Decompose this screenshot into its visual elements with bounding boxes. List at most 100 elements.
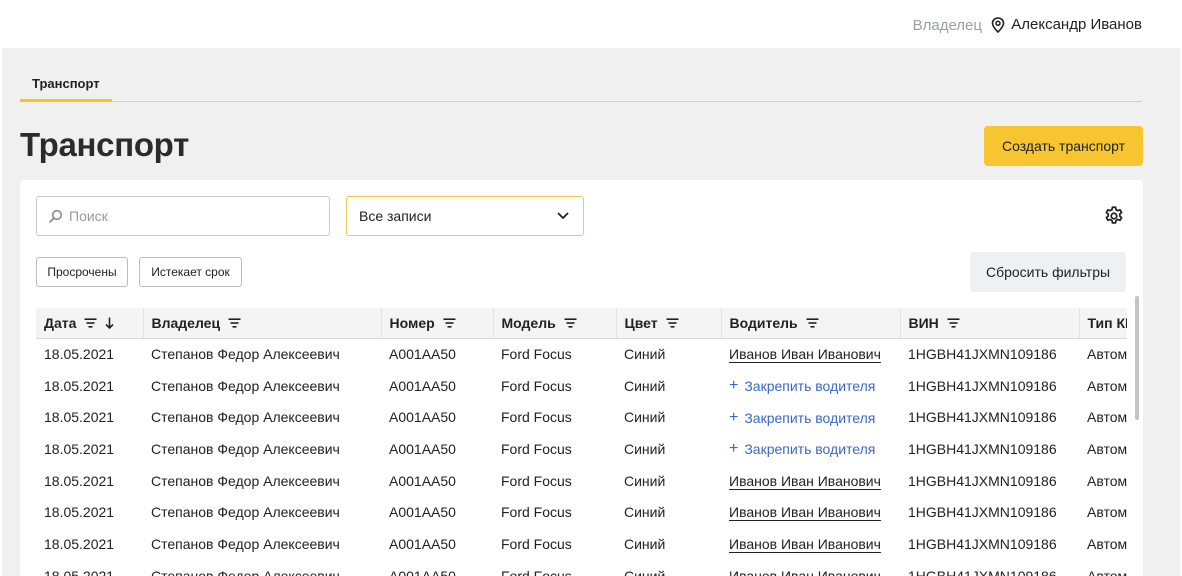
assign-driver-link[interactable]: + Закрепить водителя <box>729 377 876 395</box>
records-select[interactable]: Все записи <box>346 196 584 236</box>
column-header[interactable]: Цвет <box>616 308 722 339</box>
cell-driver: Иванов Иван Иванович <box>721 465 900 497</box>
workspace: Транспорт Транспорт Создать транспорт Вс… <box>2 48 1180 576</box>
column-header[interactable]: Водитель <box>721 308 901 339</box>
column-header-label: ВИН <box>908 314 939 331</box>
user-role: Владелец <box>912 17 982 34</box>
driver-link[interactable]: Иванов Иван Иванович <box>729 504 881 520</box>
cell-type: Автомат <box>1087 567 1127 576</box>
driver-link[interactable]: Иванов Иван Иванович <box>729 536 881 552</box>
plus-icon: + <box>729 440 739 458</box>
cell-vin: 1HGBH41JXMN109186 <box>908 346 1057 363</box>
cell-driver: Иванов Иван Иванович <box>721 496 900 528</box>
cell-number: А001АА50 <box>389 472 456 489</box>
gear-icon[interactable] <box>1103 205 1125 227</box>
cell-driver: Иванов Иван Иванович <box>721 528 900 560</box>
cell-date: 18.05.2021 <box>44 535 115 552</box>
cell-type: Автомат <box>1087 535 1127 552</box>
filter-icon[interactable] <box>443 318 456 328</box>
chevron-down-icon <box>557 212 569 219</box>
filter-icon[interactable] <box>806 318 819 328</box>
filter-icon[interactable] <box>947 318 960 328</box>
cell-model: Ford Focus <box>501 346 572 363</box>
assign-driver-label: Закрепить водителя <box>744 378 876 395</box>
assign-driver-link[interactable]: + Закрепить водителя <box>729 408 875 426</box>
assign-driver-label: Закрепить водителя <box>744 441 876 458</box>
filter-icon[interactable] <box>564 318 577 328</box>
sort-desc-icon[interactable] <box>105 317 114 329</box>
cell-model: Ford Focus <box>501 377 572 394</box>
create-transport-button[interactable]: Создать транспорт <box>984 126 1143 166</box>
search-input[interactable] <box>69 208 319 224</box>
cell-owner: Степанов Федор Алексеевич <box>151 377 340 394</box>
plus-icon: + <box>729 377 739 395</box>
cell-owner: Степанов Федор Алексеевич <box>151 567 340 576</box>
assign-driver-link[interactable]: + Закрепить водителя <box>729 440 876 458</box>
table-body: 18.05.2021 Степанов Федор Алексеевич А001А… <box>36 338 1127 576</box>
cell-color: Синий <box>624 440 666 457</box>
cell-model: Ford Focus <box>501 535 572 552</box>
column-header-label: Модель <box>501 314 556 331</box>
cell-driver: Иванов Иван Иванович <box>721 560 900 576</box>
cell-number: А001АА50 <box>389 535 456 552</box>
cell-owner: Степанов Федор Алексеевич <box>151 504 340 521</box>
reset-filters-button[interactable]: Сбросить фильтры <box>970 252 1126 292</box>
table-row[interactable]: 18.05.2021 Степанов Федор Алексеевич А001А… <box>36 370 1127 402</box>
transport-table: Дата Владелец Номер Модель Цвет Водитель ВИН Ти… <box>36 308 1127 576</box>
filter-icon[interactable] <box>666 318 679 328</box>
column-header[interactable]: Тип КПП <box>1079 308 1128 339</box>
column-header[interactable]: Владелец <box>143 308 382 339</box>
cell-type: Автомат <box>1087 377 1127 394</box>
cell-date: 18.05.2021 <box>44 377 115 394</box>
column-header-label: Тип КПП <box>1087 314 1128 331</box>
table-row[interactable]: 18.05.2021 Степанов Федор Алексеевич А001А… <box>36 465 1127 497</box>
table-row[interactable]: 18.05.2021 Степанов Федор Алексеевич А001А… <box>36 560 1127 576</box>
cell-number: А001АА50 <box>389 440 456 457</box>
cell-vin: 1HGBH41JXMN109186 <box>908 567 1057 576</box>
driver-link[interactable]: Иванов Иван Иванович <box>729 568 881 576</box>
filter-icon[interactable] <box>228 318 241 328</box>
table-row[interactable]: 18.05.2021 Степанов Федор Алексеевич А001А… <box>36 496 1127 528</box>
cell-color: Синий <box>624 504 666 521</box>
top-bar: Владелец Александр Иванов <box>0 0 1182 48</box>
table-row[interactable]: 18.05.2021 Степанов Федор Алексеевич А001А… <box>36 528 1127 560</box>
cell-date: 18.05.2021 <box>44 567 115 576</box>
table-row[interactable]: 18.05.2021 Степанов Федор Алексеевич А001А… <box>36 338 1127 370</box>
plus-icon: + <box>729 408 739 426</box>
cell-driver: + Закрепить водителя <box>721 401 900 433</box>
cell-date: 18.05.2021 <box>44 504 115 521</box>
cell-date: 18.05.2021 <box>44 440 115 457</box>
column-header[interactable]: Номер <box>381 308 494 339</box>
filter-icon[interactable] <box>84 318 97 328</box>
driver-link[interactable]: Иванов Иван Иванович <box>729 473 881 489</box>
cell-type: Автомат <box>1087 346 1127 363</box>
cell-vin: 1HGBH41JXMN109186 <box>908 504 1057 521</box>
cell-model: Ford Focus <box>501 567 572 576</box>
records-select-value: Все записи <box>359 208 432 224</box>
table-row[interactable]: 18.05.2021 Степанов Федор Алексеевич А001А… <box>36 401 1127 433</box>
cell-model: Ford Focus <box>501 504 572 521</box>
cell-type: Автомат <box>1087 440 1127 457</box>
cell-driver: + Закрепить водителя <box>721 370 900 402</box>
column-header[interactable]: Модель <box>493 308 617 339</box>
column-header[interactable]: Дата <box>36 308 144 339</box>
filter-chip-expiring[interactable]: Истекает срок <box>139 257 242 287</box>
cell-number: А001АА50 <box>389 346 456 363</box>
column-header-label: Владелец <box>151 314 221 331</box>
vertical-scrollbar[interactable] <box>1135 296 1139 420</box>
column-header-label: Номер <box>389 314 435 331</box>
user-menu[interactable]: Александр Иванов <box>991 16 1142 33</box>
cell-color: Синий <box>624 409 666 426</box>
cell-type: Автомат <box>1087 472 1127 489</box>
cell-type: Автомат <box>1087 409 1127 426</box>
cell-owner: Степанов Федор Алексеевич <box>151 440 340 457</box>
column-header[interactable]: ВИН <box>900 308 1080 339</box>
cell-model: Ford Focus <box>501 409 572 426</box>
driver-link[interactable]: Иванов Иван Иванович <box>729 346 881 362</box>
page-title: Транспорт <box>20 126 189 163</box>
tab-transport[interactable]: Транспорт <box>20 70 112 102</box>
cell-date: 18.05.2021 <box>44 472 115 489</box>
filter-chip-overdue[interactable]: Просрочены <box>36 257 128 287</box>
search-box[interactable] <box>36 196 330 236</box>
table-row[interactable]: 18.05.2021 Степанов Федор Алексеевич А001А… <box>36 433 1127 465</box>
